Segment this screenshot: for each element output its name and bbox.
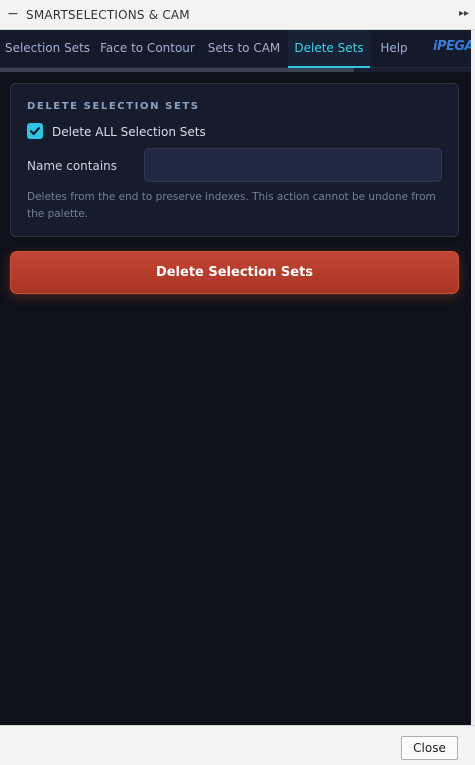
window-title: SMARTSELECTIONS & CAM (26, 8, 190, 22)
brand-logo: iPEGA (433, 39, 475, 54)
collapse-icon[interactable]: − (7, 7, 19, 21)
helper-text: Deletes from the end to preserve indexes… (27, 191, 436, 220)
palette-panel: Selection Sets Face to Contour Sets to C… (0, 30, 475, 725)
delete-all-checkbox[interactable] (27, 123, 43, 139)
section-heading: DELETE SELECTION SETS (27, 101, 200, 112)
right-gutter (471, 30, 475, 725)
tab-help[interactable]: Help (370, 30, 418, 68)
delete-selection-sets-button[interactable]: Delete Selection Sets (10, 251, 459, 294)
window-titlebar: − SMARTSELECTIONS & CAM ▸▸ (0, 0, 475, 30)
checkmark-icon (30, 127, 40, 135)
name-contains-input[interactable] (144, 148, 442, 182)
tab-bar: Selection Sets Face to Contour Sets to C… (0, 30, 475, 68)
close-button[interactable]: Close (401, 736, 458, 760)
tab-delete-sets[interactable]: Delete Sets (288, 30, 370, 68)
expand-arrows-icon[interactable]: ▸▸ (459, 8, 469, 19)
dialog-footer: Close (0, 725, 475, 765)
delete-sets-card: DELETE SELECTION SETS Delete ALL Selecti… (10, 83, 459, 237)
tab-face-to-contour[interactable]: Face to Contour (95, 30, 200, 68)
name-contains-label: Name contains (27, 159, 118, 173)
delete-all-label[interactable]: Delete ALL Selection Sets (52, 125, 206, 139)
tab-selection-sets[interactable]: Selection Sets (0, 30, 95, 68)
tabs-scrollbar-thumb[interactable] (0, 68, 354, 72)
tab-sets-to-cam[interactable]: Sets to CAM (200, 30, 288, 68)
